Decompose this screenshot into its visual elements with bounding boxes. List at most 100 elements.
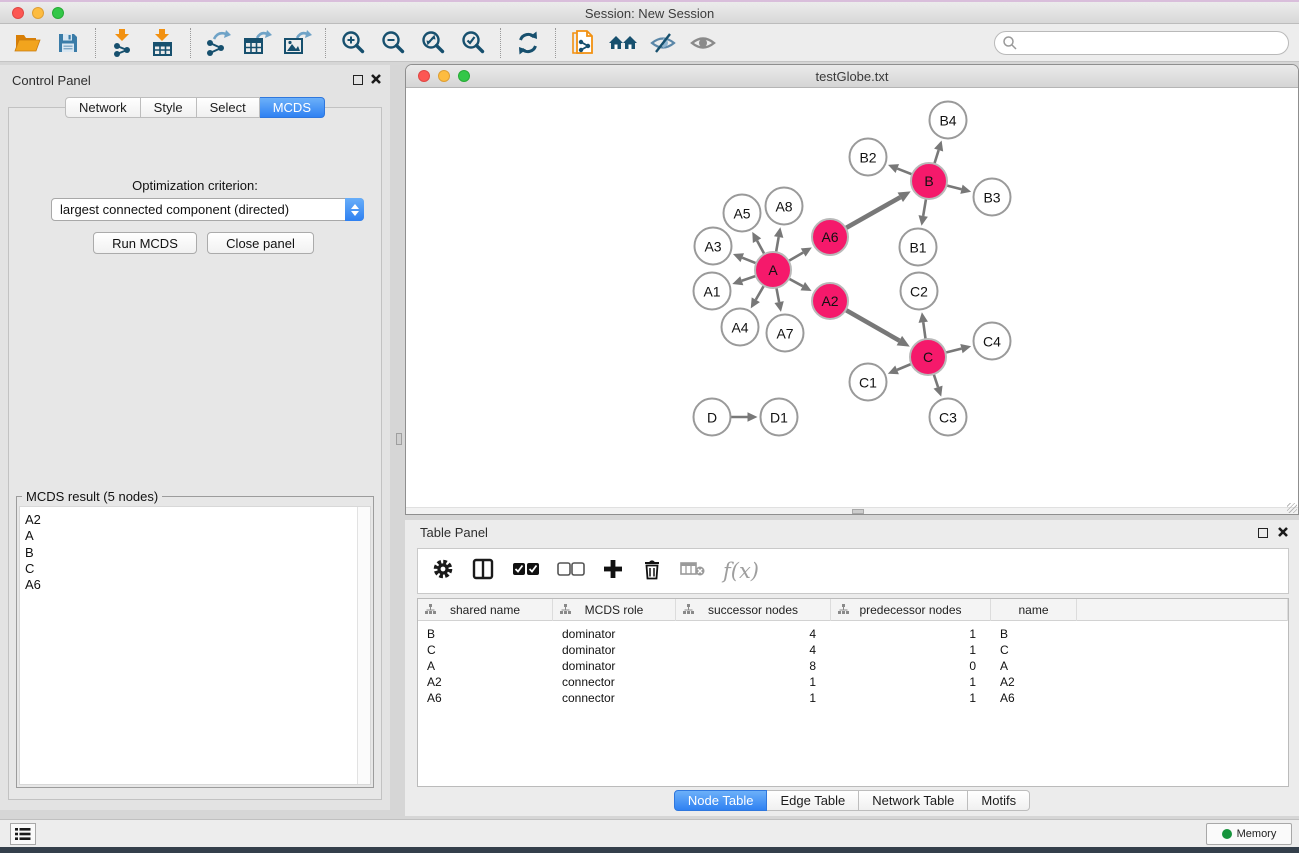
tab-network-table[interactable]: Network Table xyxy=(859,790,968,811)
list-item[interactable]: A2 xyxy=(25,512,370,528)
deselect-all-button[interactable] xyxy=(557,561,585,582)
cell-mcds-role[interactable]: dominator xyxy=(553,626,676,642)
show-columns-button[interactable] xyxy=(471,557,495,586)
cell-predecessor-nodes[interactable]: 1 xyxy=(831,626,991,642)
float-panel-icon[interactable] xyxy=(1258,528,1268,538)
tab-node-table[interactable]: Node Table xyxy=(674,790,768,811)
network-hscrollbar[interactable] xyxy=(406,507,1298,514)
column-header-mcds-role[interactable]: MCDS role xyxy=(553,599,676,621)
cell-mcds-role[interactable]: dominator xyxy=(553,642,676,658)
cell-successor-nodes[interactable]: 1 xyxy=(676,690,831,706)
cell-predecessor-nodes[interactable]: 0 xyxy=(831,658,991,674)
zoom-selected-button[interactable] xyxy=(453,27,493,59)
graph-node-D1[interactable]: D1 xyxy=(760,398,799,437)
graph-node-C4[interactable]: C4 xyxy=(973,322,1012,361)
tab-mcds[interactable]: MCDS xyxy=(260,97,325,118)
cell-successor-nodes[interactable]: 1 xyxy=(676,674,831,690)
list-item[interactable]: B xyxy=(25,545,370,561)
cell-mcds-role[interactable]: connector xyxy=(553,674,676,690)
cell-predecessor-nodes[interactable]: 1 xyxy=(831,690,991,706)
graph-node-B2[interactable]: B2 xyxy=(849,138,888,177)
hide-graphics-details-button[interactable] xyxy=(643,27,683,59)
open-file-button[interactable] xyxy=(8,27,48,59)
export-table-button[interactable] xyxy=(238,27,278,59)
graph-node-B3[interactable]: B3 xyxy=(973,178,1012,217)
cell-name[interactable]: C xyxy=(991,642,1077,658)
column-header-shared-name[interactable]: shared name xyxy=(418,599,553,621)
cell-successor-nodes[interactable]: 8 xyxy=(676,658,831,674)
memory-button[interactable]: Memory xyxy=(1206,823,1292,845)
network-window-titlebar[interactable]: testGlobe.txt xyxy=(406,65,1298,88)
graph-node-A5[interactable]: A5 xyxy=(723,194,762,233)
close-panel-icon[interactable] xyxy=(370,73,382,85)
network-canvas[interactable]: B4B2BB3A5A8A6A3B1AA1C2A2A4A7C4CC1C3DD1 xyxy=(406,88,1298,514)
close-panel-icon[interactable] xyxy=(1277,526,1289,538)
graph-node-B4[interactable]: B4 xyxy=(929,101,968,140)
graph-node-A3[interactable]: A3 xyxy=(694,227,733,266)
graph-node-A6[interactable]: A6 xyxy=(811,218,849,256)
export-image-button[interactable] xyxy=(278,27,318,59)
delete-table-button[interactable] xyxy=(680,560,706,583)
graph-node-A8[interactable]: A8 xyxy=(765,187,804,226)
show-tasks-button[interactable] xyxy=(10,823,36,845)
scroll-thumb[interactable] xyxy=(852,509,864,514)
search-input[interactable] xyxy=(994,31,1289,55)
export-network-button[interactable] xyxy=(198,27,238,59)
cell-shared-name[interactable]: A2 xyxy=(418,674,553,690)
table-row[interactable]: C dominator 4 1 C xyxy=(418,642,1288,658)
tab-motifs[interactable]: Motifs xyxy=(968,790,1030,811)
list-scrollbar[interactable] xyxy=(357,507,370,784)
column-header-successor-nodes[interactable]: successor nodes xyxy=(676,599,831,621)
table-row[interactable]: B dominator 4 1 B xyxy=(418,626,1288,642)
tab-style[interactable]: Style xyxy=(141,97,197,118)
tab-network[interactable]: Network xyxy=(65,97,141,118)
save-session-button[interactable] xyxy=(48,27,88,59)
graph-node-C3[interactable]: C3 xyxy=(929,398,968,437)
panel-divider-handle[interactable] xyxy=(396,433,402,445)
zoom-in-button[interactable] xyxy=(333,27,373,59)
zoom-fit-button[interactable] xyxy=(413,27,453,59)
table-row[interactable]: A6 connector 1 1 A6 xyxy=(418,690,1288,706)
cell-name[interactable]: A2 xyxy=(991,674,1077,690)
import-network-button[interactable] xyxy=(103,27,143,59)
apply-layout-button[interactable] xyxy=(508,27,548,59)
float-panel-icon[interactable] xyxy=(353,75,363,85)
graph-node-C1[interactable]: C1 xyxy=(849,363,888,402)
table-row[interactable]: A2 connector 1 1 A2 xyxy=(418,674,1288,690)
function-builder-button[interactable]: f(x) xyxy=(723,559,759,583)
table-settings-button[interactable] xyxy=(432,558,454,585)
cell-shared-name[interactable]: A xyxy=(418,658,553,674)
graph-node-A2[interactable]: A2 xyxy=(811,282,849,320)
cell-name[interactable]: A6 xyxy=(991,690,1077,706)
show-graphics-details-button[interactable] xyxy=(683,27,723,59)
cell-name[interactable]: A xyxy=(991,658,1077,674)
graph-node-A[interactable]: A xyxy=(754,251,792,289)
mcds-result-list[interactable]: A2 A B C A6 xyxy=(19,506,371,785)
list-item[interactable]: A xyxy=(25,528,370,544)
graph-node-A7[interactable]: A7 xyxy=(766,314,805,353)
run-mcds-button[interactable]: Run MCDS xyxy=(93,232,197,254)
tab-edge-table[interactable]: Edge Table xyxy=(767,790,859,811)
column-header-name[interactable]: name xyxy=(991,599,1077,621)
cell-shared-name[interactable]: A6 xyxy=(418,690,553,706)
graph-node-D[interactable]: D xyxy=(693,398,732,437)
cell-predecessor-nodes[interactable]: 1 xyxy=(831,642,991,658)
column-header-predecessor-nodes[interactable]: predecessor nodes xyxy=(831,599,991,621)
graph-node-C2[interactable]: C2 xyxy=(900,272,939,311)
optimization-criterion-select[interactable]: largest connected component (directed) xyxy=(51,198,364,221)
graph-node-C[interactable]: C xyxy=(909,338,947,376)
new-network-button[interactable] xyxy=(563,27,603,59)
close-panel-button[interactable]: Close panel xyxy=(207,232,314,254)
cell-mcds-role[interactable]: connector xyxy=(553,690,676,706)
table-row[interactable]: A dominator 8 0 A xyxy=(418,658,1288,674)
zoom-out-button[interactable] xyxy=(373,27,413,59)
home-view-button[interactable] xyxy=(603,27,643,59)
cell-shared-name[interactable]: C xyxy=(418,642,553,658)
select-all-button[interactable] xyxy=(512,561,540,582)
cell-name[interactable]: B xyxy=(991,626,1077,642)
delete-column-button[interactable] xyxy=(641,557,663,586)
list-item[interactable]: C xyxy=(25,561,370,577)
add-column-button[interactable] xyxy=(602,558,624,585)
list-item[interactable]: A6 xyxy=(25,577,370,593)
cell-successor-nodes[interactable]: 4 xyxy=(676,642,831,658)
